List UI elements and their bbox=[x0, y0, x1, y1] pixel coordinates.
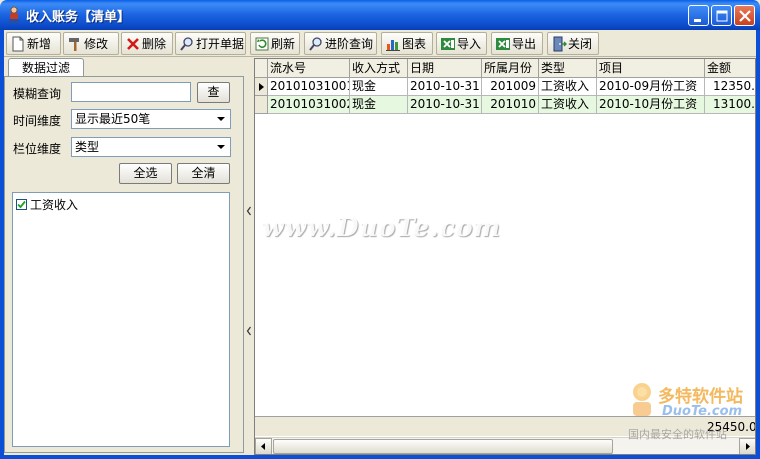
maximize-icon bbox=[716, 10, 728, 22]
row-indicator bbox=[255, 78, 268, 96]
cell-month: 201009 bbox=[482, 78, 539, 96]
excel-import-icon bbox=[441, 37, 455, 50]
minimize-button[interactable] bbox=[688, 5, 709, 26]
select-all-button[interactable]: 全选 bbox=[119, 163, 172, 184]
fuzzy-search-label: 模糊查询 bbox=[13, 87, 62, 101]
watermark-logo-tag: 国内最安全的软件站 bbox=[628, 428, 727, 441]
search-button[interactable]: 查 bbox=[197, 82, 230, 103]
import-button[interactable]: 导入 bbox=[436, 32, 487, 55]
cell-type: 工资收入 bbox=[539, 78, 597, 96]
open-magnifier-icon bbox=[180, 36, 193, 51]
cell-date: 2010-10-31 bbox=[408, 96, 482, 114]
new-document-icon bbox=[12, 36, 24, 51]
header-amount[interactable]: 金额 bbox=[705, 59, 755, 78]
grid-header: 流水号 收入方式 日期 所属月份 类型 项目 金额 bbox=[255, 59, 755, 78]
current-row-arrow-icon bbox=[259, 83, 264, 91]
category-checklist: 工资收入 bbox=[12, 192, 230, 447]
table-row[interactable]: 20101031002 现金 2010-10-31 201010 工资收入 20… bbox=[255, 96, 755, 114]
advanced-search-button[interactable]: 进阶查询 bbox=[304, 32, 377, 55]
close-button[interactable]: 关闭 bbox=[547, 32, 599, 55]
excel-export-icon bbox=[496, 37, 510, 50]
new-button[interactable]: 新增 bbox=[6, 32, 61, 55]
column-dimension-select[interactable]: 类型 bbox=[71, 137, 231, 157]
header-month[interactable]: 所属月份 bbox=[482, 59, 539, 78]
chart-button[interactable]: 图表 bbox=[381, 32, 433, 55]
close-door-icon bbox=[553, 36, 567, 51]
export-button[interactable]: 导出 bbox=[491, 32, 543, 55]
header-date[interactable]: 日期 bbox=[408, 59, 482, 78]
list-item[interactable]: 工资收入 bbox=[16, 196, 78, 213]
time-dimension-label: 时间维度 bbox=[13, 114, 62, 128]
cell-amount: 12350.0 bbox=[705, 78, 755, 96]
cell-date: 2010-10-31 bbox=[408, 78, 482, 96]
close-icon bbox=[739, 10, 751, 22]
panel-splitter[interactable] bbox=[245, 58, 253, 455]
chevron-down-icon bbox=[217, 117, 225, 121]
cell-serial: 20101031002 bbox=[268, 96, 350, 114]
column-dimension-label: 栏位维度 bbox=[13, 142, 62, 156]
scroll-left-button[interactable] bbox=[255, 438, 272, 454]
time-dimension-select[interactable]: 显示最近50笔 bbox=[71, 109, 231, 129]
bar-chart-icon bbox=[386, 39, 400, 51]
cell-method: 现金 bbox=[350, 96, 408, 114]
header-serial[interactable]: 流水号 bbox=[268, 59, 350, 78]
cell-item: 2010-09月份工资 bbox=[597, 78, 705, 96]
cell-amount: 13100.0 bbox=[705, 96, 755, 114]
refresh-button[interactable]: 刷新 bbox=[250, 32, 300, 55]
edit-hammer-icon bbox=[69, 37, 79, 51]
title-bar: 收入账务【清单】 bbox=[0, 0, 760, 30]
header-indicator bbox=[255, 59, 268, 78]
chevron-down-icon bbox=[217, 145, 225, 149]
window-title: 收入账务【清单】 bbox=[26, 10, 131, 25]
table-row[interactable]: 20101031001 现金 2010-10-31 201009 工资收入 20… bbox=[255, 78, 755, 96]
clear-all-button[interactable]: 全清 bbox=[177, 163, 230, 184]
cell-item: 2010-10月份工资 bbox=[597, 96, 705, 114]
open-document-button[interactable]: 打开单据 bbox=[175, 32, 246, 55]
window-frame-bottom bbox=[0, 455, 760, 459]
scroll-thumb[interactable] bbox=[273, 439, 613, 454]
cell-serial: 20101031001 bbox=[268, 78, 350, 96]
advanced-search-icon bbox=[309, 36, 322, 51]
checkbox[interactable] bbox=[16, 199, 27, 210]
arrow-left-icon bbox=[261, 443, 265, 450]
toolbar: 新增 修改 删除 打开单据 刷新 进阶查询 图表 导入 导出 关闭 bbox=[4, 30, 756, 57]
collapse-left-icon[interactable] bbox=[245, 320, 253, 342]
maximize-button[interactable] bbox=[711, 5, 732, 26]
watermark-logo-sub: DuoTe.com bbox=[662, 404, 743, 419]
header-item[interactable]: 项目 bbox=[597, 59, 705, 78]
watermark-logo: 多特软件站 DuoTe.com 国内最安全的软件站 bbox=[628, 380, 756, 444]
minimize-icon bbox=[694, 19, 701, 22]
tab-label: 数据过滤 bbox=[21, 61, 70, 75]
watermark-text: www.DuoTe.com bbox=[262, 213, 501, 242]
header-type[interactable]: 类型 bbox=[539, 59, 597, 78]
cell-type: 工资收入 bbox=[539, 96, 597, 114]
row-indicator bbox=[255, 96, 268, 114]
tab-data-filter[interactable]: 数据过滤 bbox=[8, 58, 84, 77]
refresh-icon bbox=[255, 37, 269, 50]
delete-x-icon bbox=[127, 37, 139, 50]
cell-method: 现金 bbox=[350, 78, 408, 96]
window-frame-right bbox=[756, 30, 760, 459]
collapse-left-icon[interactable] bbox=[245, 200, 253, 222]
fuzzy-search-input[interactable] bbox=[71, 82, 191, 102]
edit-button[interactable]: 修改 bbox=[63, 32, 119, 55]
checkmark-icon bbox=[17, 200, 26, 209]
app-person-icon bbox=[9, 6, 19, 23]
close-window-button[interactable] bbox=[734, 5, 755, 26]
header-method[interactable]: 收入方式 bbox=[350, 59, 408, 78]
delete-button[interactable]: 删除 bbox=[121, 32, 173, 55]
cell-month: 201010 bbox=[482, 96, 539, 114]
